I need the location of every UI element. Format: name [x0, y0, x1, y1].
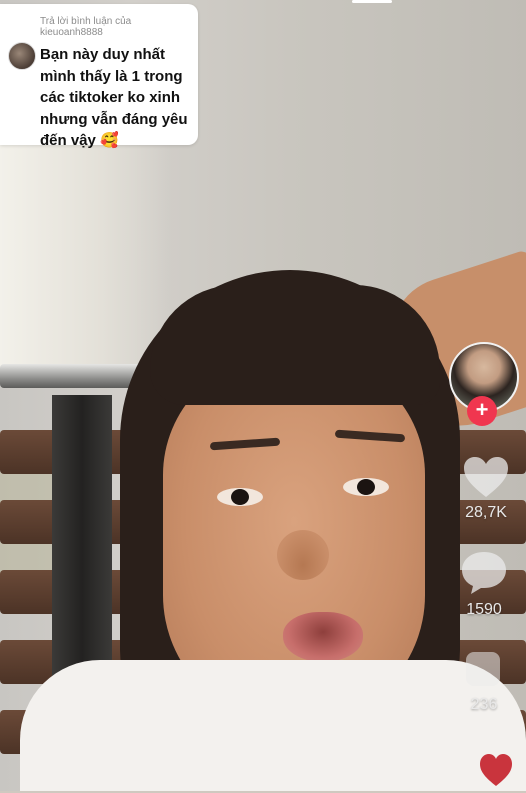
comment-text: Bạn này duy nhất mình thấy là 1 trong cá…	[40, 44, 195, 152]
progress-indicator	[352, 0, 392, 3]
save-button[interactable]: 236	[444, 696, 524, 714]
shirt	[20, 660, 526, 791]
comment-button[interactable]: 1590	[444, 550, 524, 619]
eye	[343, 478, 389, 496]
commenter-avatar-icon[interactable]	[8, 42, 36, 70]
nose	[277, 530, 329, 580]
share-arrow-icon[interactable]	[476, 748, 516, 788]
save-count: 236	[470, 696, 498, 713]
reply-caption: Trả lời bình luận của kieuoanh8888	[40, 16, 132, 38]
comment-count: 1590	[466, 601, 502, 618]
reply-comment-card[interactable]: Trả lời bình luận của kieuoanh8888 Bạn n…	[0, 4, 198, 149]
like-button[interactable]: 28,7K	[446, 455, 526, 522]
sticker-icon[interactable]	[466, 652, 500, 686]
heart-icon	[446, 455, 526, 504]
eye	[217, 488, 263, 506]
smiling-face-hearts-emoji: 🥰	[100, 132, 119, 149]
bangs	[150, 285, 440, 405]
like-count: 28,7K	[465, 504, 507, 521]
follow-button[interactable]: +	[467, 396, 497, 426]
comment-bubble-icon	[444, 550, 524, 601]
mouth	[283, 612, 363, 662]
